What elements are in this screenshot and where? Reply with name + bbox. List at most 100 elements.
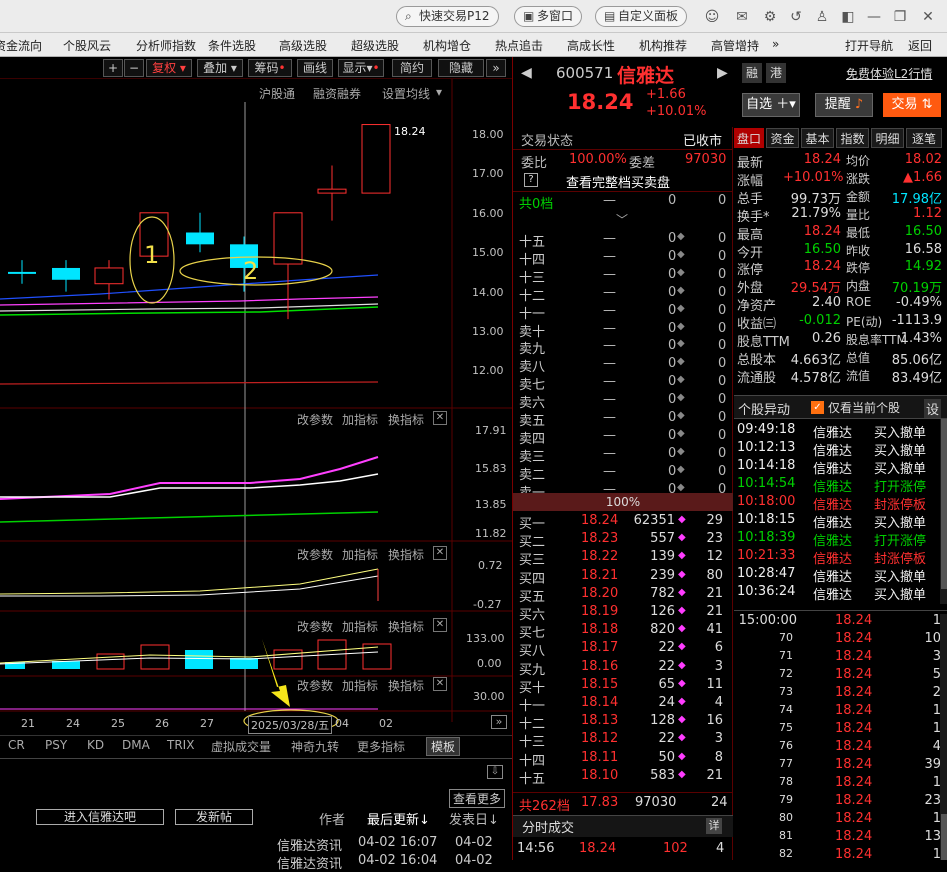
ma-settings-link[interactable]: 设置均线: [382, 85, 430, 102]
switch-indicator-button[interactable]: 换指标: [388, 546, 424, 563]
only-current-label[interactable]: 仅看当前个股: [828, 399, 900, 416]
candle-body[interactable]: [186, 232, 214, 245]
tab-psy[interactable]: PSY: [45, 738, 67, 752]
zoom-in-button[interactable]: +: [103, 59, 123, 77]
alert-stock[interactable]: 信雅达: [813, 530, 852, 549]
alert-button[interactable]: 提醒 ♪: [815, 93, 873, 117]
switch-indicator-button[interactable]: 换指标: [388, 618, 424, 635]
tab-index[interactable]: 指数: [836, 128, 869, 148]
ticks-scrollbar[interactable]: [940, 614, 947, 860]
nav-item-institution-rec[interactable]: 机构推荐: [639, 37, 687, 54]
scroll-right-icon[interactable]: »: [491, 715, 507, 729]
edit-params-button[interactable]: 改参数: [297, 618, 333, 635]
checkbox-checked-icon[interactable]: ✓: [811, 401, 824, 414]
tab-more-indicators[interactable]: 更多指标: [357, 738, 405, 755]
close-icon[interactable]: ✕: [433, 618, 447, 632]
tab-detail[interactable]: 明细: [871, 128, 904, 148]
user-icon[interactable]: ☺: [702, 7, 722, 27]
tab-trix[interactable]: TRIX: [167, 738, 194, 752]
nav-item-high-growth[interactable]: 高成长性: [567, 37, 615, 54]
minimize-icon[interactable]: —: [864, 7, 884, 27]
l2-link[interactable]: 免费体验L2行情: [846, 65, 932, 82]
tab-pankou[interactable]: 盘口: [734, 128, 764, 148]
simple-button[interactable]: 简约: [392, 59, 432, 77]
alert-stock[interactable]: 信雅达: [813, 584, 852, 603]
overlay-dropdown[interactable]: 叠加 ▾: [197, 59, 243, 77]
kline-chart[interactable]: 沪股通 融资融券 设置均线 ▾ 18.00 17.00 16.00 15.00 …: [0, 79, 512, 740]
draw-line-button[interactable]: 画线: [297, 59, 333, 77]
tab-fund[interactable]: 资金: [766, 128, 799, 148]
new-post-button[interactable]: 发新帖: [175, 809, 253, 825]
candle-body[interactable]: [273, 212, 303, 265]
margin-badge[interactable]: 融: [742, 63, 762, 83]
full-book-button[interactable]: 查看完整档买卖盘: [566, 172, 670, 191]
add-watchlist-button[interactable]: 自选 ＋▾: [742, 93, 800, 117]
zoom-out-button[interactable]: −: [124, 59, 144, 77]
alert-stock[interactable]: 信雅达: [813, 512, 852, 531]
tab-template[interactable]: 模板: [426, 737, 461, 756]
fuquan-dropdown[interactable]: 复权 ▾: [146, 59, 192, 77]
quick-trade-button[interactable]: ⌕ 快速交易P12: [396, 6, 499, 27]
expand-icon[interactable]: »: [486, 59, 506, 77]
close-icon[interactable]: ✕: [433, 546, 447, 560]
chips-button[interactable]: 筹码•: [248, 59, 292, 77]
add-indicator-button[interactable]: 加指标: [342, 618, 378, 635]
custom-panel-button[interactable]: ▤ 自定义面板: [595, 6, 688, 27]
post-date-header[interactable]: 发表日↓: [449, 809, 499, 828]
view-more-button[interactable]: 查看更多: [449, 789, 506, 808]
hk-badge[interactable]: 港: [766, 63, 786, 83]
undo-icon[interactable]: ↺: [786, 7, 806, 27]
nav-item-fund-flow[interactable]: 资金流向: [0, 37, 42, 54]
last-update-header[interactable]: 最后更新↓: [367, 809, 430, 828]
nav-item-institution-add[interactable]: 机构增仓: [423, 37, 471, 54]
tab-kd[interactable]: KD: [87, 738, 104, 752]
news-author[interactable]: 信雅达资讯: [277, 853, 342, 872]
nav-item-analyst-index[interactable]: 分析师指数: [136, 37, 196, 54]
next-stock-icon[interactable]: ▶: [717, 65, 728, 81]
alert-stock[interactable]: 信雅达: [813, 440, 852, 459]
nav-item-hotspot[interactable]: 热点追击: [495, 37, 543, 54]
tab-dma[interactable]: DMA: [122, 738, 150, 752]
help-icon[interactable]: ?: [524, 173, 538, 187]
add-indicator-button[interactable]: 加指标: [342, 677, 378, 694]
multi-window-button[interactable]: ▣ 多窗口: [514, 6, 583, 27]
close-icon[interactable]: ✕: [918, 7, 938, 27]
margin-link[interactable]: 融资融券: [313, 85, 361, 102]
nav-item-stock-news[interactable]: 个股风云: [63, 37, 111, 54]
news-author[interactable]: 信雅达资讯: [277, 835, 342, 854]
prev-stock-icon[interactable]: ◀: [521, 65, 532, 81]
trade-button[interactable]: 交易 ⇅: [883, 93, 941, 117]
switch-indicator-button[interactable]: 换指标: [388, 677, 424, 694]
add-indicator-button[interactable]: 加指标: [342, 411, 378, 428]
edit-params-button[interactable]: 改参数: [297, 546, 333, 563]
tab-cr[interactable]: CR: [8, 738, 25, 752]
edit-params-button[interactable]: 改参数: [297, 411, 333, 428]
candle-body[interactable]: [94, 267, 124, 285]
alert-stock[interactable]: 信雅达: [813, 422, 852, 441]
skin-icon[interactable]: ◧: [838, 7, 858, 27]
restore-icon[interactable]: ❐: [890, 7, 910, 27]
ticks-scroll-thumb[interactable]: [941, 814, 947, 860]
edit-params-button[interactable]: 改参数: [297, 677, 333, 694]
author-header[interactable]: 作者: [319, 809, 345, 828]
tab-virtual-volume[interactable]: 虚拟成交量: [211, 738, 271, 755]
alert-stock[interactable]: 信雅达: [813, 458, 852, 477]
tab-tick-by-tick[interactable]: 逐笔: [906, 128, 942, 148]
nav-item-condition-pick[interactable]: 条件选股: [208, 37, 256, 54]
alerts-settings-button[interactable]: 设: [924, 399, 942, 418]
hgt-link[interactable]: 沪股通: [259, 85, 295, 102]
switch-indicator-button[interactable]: 换指标: [388, 411, 424, 428]
back-button[interactable]: 返回: [908, 37, 932, 54]
enter-bar-button[interactable]: 进入信雅达吧: [36, 809, 164, 825]
download-icon[interactable]: ⇩: [487, 765, 503, 779]
candle-body[interactable]: [317, 188, 347, 194]
collapse-chevron-icon[interactable]: ﹀: [616, 211, 628, 228]
alert-stock[interactable]: 信雅达: [813, 494, 852, 513]
settings-icon[interactable]: ⚙: [760, 7, 780, 27]
candle-body[interactable]: [361, 124, 391, 194]
nav-item-advanced-pick[interactable]: 高级选股: [279, 37, 327, 54]
alerts-scroll-thumb[interactable]: [941, 419, 947, 589]
close-icon[interactable]: ✕: [433, 677, 447, 691]
tab-basic[interactable]: 基本: [801, 128, 834, 148]
nav-item-exec-increase[interactable]: 高管增持: [711, 37, 759, 54]
